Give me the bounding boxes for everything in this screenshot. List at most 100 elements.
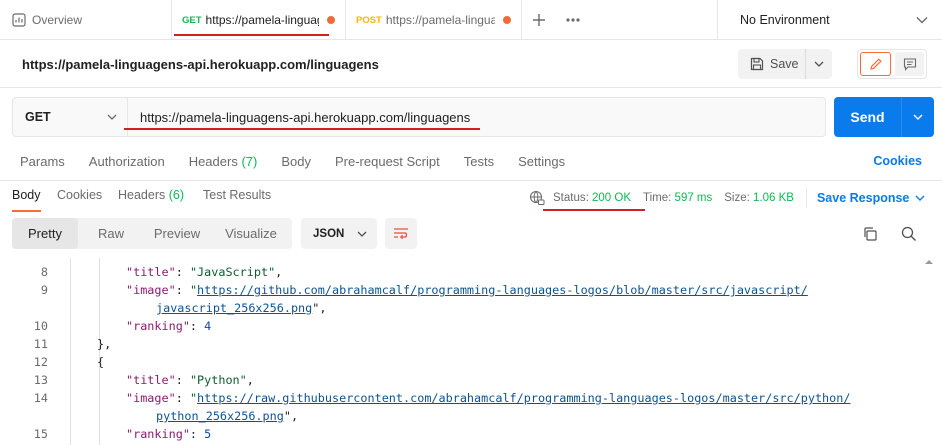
environment-label: No Environment — [740, 12, 830, 27]
code-text: "ranking": 4 — [126, 317, 211, 335]
json-number: 4 — [204, 319, 212, 333]
chevron-down-icon — [915, 195, 925, 201]
chevron-down-icon — [913, 114, 923, 120]
json-punctuation: { — [97, 355, 105, 369]
json-url[interactable]: javascript_256x256.png — [156, 301, 312, 315]
code-text: "title": "JavaScript", — [126, 263, 282, 281]
save-button-group: Save — [738, 49, 832, 79]
request-title[interactable]: https://pamela-linguagens-api.herokuapp.… — [22, 57, 379, 72]
url-bar: GET https://pamela-linguagens-api.heroku… — [12, 97, 826, 137]
documentation-mode-button[interactable] — [895, 52, 924, 76]
json-punctuation: : — [189, 319, 205, 333]
code-text: { — [97, 353, 104, 371]
scrollbar[interactable] — [934, 258, 940, 445]
json-punctuation: : — [175, 391, 190, 405]
globe-lock-icon[interactable] — [529, 190, 545, 206]
send-button[interactable]: Send — [834, 97, 902, 137]
json-url[interactable]: python_256x256.png — [156, 409, 284, 423]
divider — [805, 188, 807, 208]
code-text: }, — [97, 335, 111, 353]
tab-prerequest-script[interactable]: Pre-request Script — [335, 154, 440, 169]
copy-icon — [864, 227, 877, 241]
view-mode-switch — [857, 49, 927, 79]
wrap-lines-button[interactable] — [385, 218, 417, 249]
json-key: "image" — [126, 391, 176, 405]
code-line: 15 "ranking": 5 — [0, 425, 930, 443]
json-url[interactable]: https://raw.githubusercontent.com/abraha… — [197, 391, 850, 405]
chevron-down-icon — [357, 231, 367, 237]
view-tab-preview[interactable]: Preview — [144, 218, 210, 249]
tab-headers-label: Headers — [188, 153, 238, 169]
json-punctuation: }, — [97, 337, 112, 351]
line-number: 8 — [40, 265, 48, 279]
copy-button[interactable] — [861, 225, 879, 243]
send-options-button[interactable] — [902, 97, 934, 137]
json-punctuation: ", — [312, 301, 327, 315]
tab-body[interactable]: Body — [281, 154, 311, 169]
cookies-link[interactable]: Cookies — [873, 154, 922, 168]
line-number: 9 — [40, 283, 48, 297]
line-number: 13 — [33, 373, 48, 387]
tab-overview[interactable]: Overview — [0, 0, 172, 40]
response-tabs: Body Cookies Headers (6) Test Results St… — [0, 180, 942, 212]
overview-icon — [12, 13, 26, 27]
request-header: https://pamela-linguagens-api.herokuapp.… — [0, 40, 942, 88]
size-label: Size: — [724, 192, 750, 204]
edit-mode-button[interactable] — [860, 52, 891, 76]
response-tab-body[interactable]: Body — [12, 188, 41, 212]
tab-settings[interactable]: Settings — [518, 154, 565, 169]
code-line: 12 { — [0, 353, 930, 371]
save-options-button[interactable] — [806, 61, 832, 67]
save-button[interactable]: Save — [738, 49, 806, 79]
tab-authorization[interactable]: Authorization — [89, 154, 165, 169]
line-number: 15 — [33, 427, 48, 441]
response-headers-count: (6) — [168, 188, 185, 202]
search-button[interactable] — [900, 225, 918, 243]
url-input[interactable]: https://pamela-linguagens-api.herokuapp.… — [124, 98, 825, 136]
tab-headers[interactable]: Headers (7) — [189, 154, 258, 169]
tab-method-badge: POST — [356, 14, 382, 26]
response-tab-test-results[interactable]: Test Results — [203, 188, 271, 202]
code-line: 14 "image": "https://raw.githubuserconten… — [0, 389, 930, 407]
tab-bar-spacer — [590, 0, 718, 39]
more-tabs-button[interactable] — [556, 0, 590, 39]
save-response-button[interactable]: Save Response — [817, 191, 925, 205]
headers-count: (7) — [241, 153, 258, 169]
tab-post-request[interactable]: POST https://pamela-lingua — [346, 0, 522, 40]
code-line: 13 "title": "Python", — [0, 371, 930, 389]
status-indicator[interactable]: Status: 200 OK — [542, 192, 646, 211]
environment-select[interactable]: No Environment — [718, 0, 942, 39]
response-tab-cookies[interactable]: Cookies — [57, 188, 102, 202]
tab-params[interactable]: Params — [20, 154, 65, 169]
tab-url-label: https://pamela-lingua — [385, 13, 495, 27]
new-tab-button[interactable] — [522, 0, 556, 39]
json-number: 5 — [204, 427, 212, 441]
view-tab-raw[interactable]: Raw — [78, 218, 144, 249]
view-tab-pretty[interactable]: Pretty — [12, 218, 78, 249]
format-select[interactable]: JSON — [301, 218, 377, 249]
response-body-code[interactable]: 8 "title": "JavaScript", 9 "image": "https:… — [0, 258, 942, 445]
time-indicator[interactable]: Time: 597 ms — [643, 192, 712, 204]
pencil-icon — [869, 58, 882, 70]
chevron-down-icon — [916, 16, 928, 23]
tab-tests[interactable]: Tests — [464, 154, 494, 169]
view-tab-visualize[interactable]: Visualize — [210, 218, 292, 249]
response-tab-headers[interactable]: Headers (6) — [118, 188, 184, 202]
json-punctuation: , — [246, 373, 254, 387]
tab-get-request[interactable]: GET https://pamela-linguag — [172, 0, 346, 40]
code-line: python_256x256.png", — [0, 407, 930, 425]
size-indicator[interactable]: Size: 1.06 KB — [724, 192, 794, 204]
json-url[interactable]: https://github.com/abrahamcalf/programmi… — [197, 283, 808, 297]
search-icon — [901, 226, 916, 241]
format-label: JSON — [313, 227, 345, 240]
save-icon — [750, 57, 764, 71]
send-button-group: Send — [834, 97, 934, 137]
json-punctuation: : — [175, 373, 190, 387]
code-text: "title": "Python", — [126, 371, 254, 389]
tab-url-label: https://pamela-linguag — [205, 13, 319, 27]
json-string: "Python" — [189, 373, 247, 387]
json-key: "ranking" — [126, 319, 190, 333]
method-select[interactable]: GET — [13, 98, 128, 136]
save-label: Save — [770, 57, 799, 71]
body-view-tabs: Pretty Raw Preview Visualize — [12, 218, 292, 249]
